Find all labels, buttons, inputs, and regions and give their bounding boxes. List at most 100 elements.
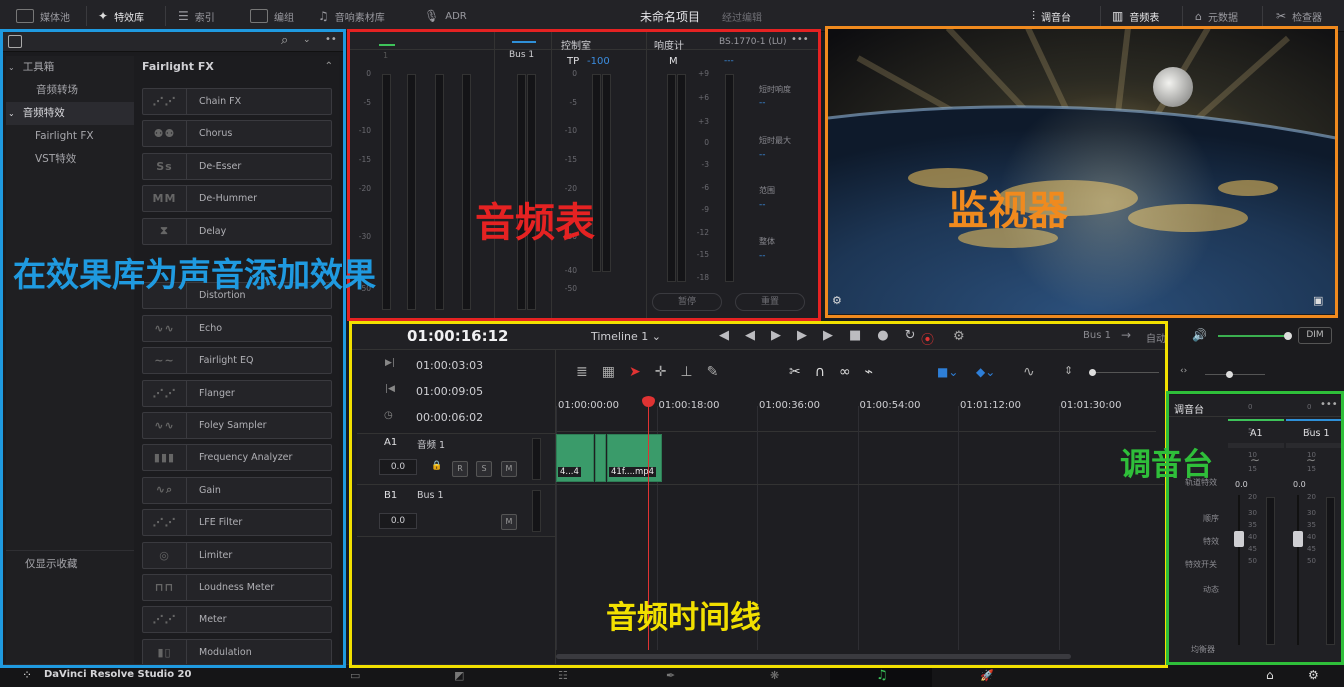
fx-item[interactable]: MM De-Hummer: [142, 185, 332, 213]
mixer-scale-tick: 0: [1248, 403, 1253, 411]
fx-item[interactable]: ◎ Limiter: [142, 541, 332, 569]
fx-item[interactable]: ∿⌕ Gain: [142, 476, 332, 504]
record-arm-button[interactable]: R: [452, 461, 468, 477]
more-options-icon[interactable]: •••: [791, 34, 809, 45]
main-volume-slider[interactable]: [1218, 335, 1288, 337]
a1-fader-track[interactable]: [1238, 495, 1240, 645]
updown-icon[interactable]: ⇕: [1064, 364, 1073, 377]
flag-icon[interactable]: ■⌄: [937, 365, 958, 379]
mixer-scale-tick: 30: [1248, 509, 1257, 517]
solo-button[interactable]: S: [476, 461, 492, 477]
viewer-layout-icon[interactable]: ▣: [1313, 294, 1323, 307]
tree-fairlight-fx[interactable]: Fairlight FX: [6, 125, 134, 148]
right-slider-handle[interactable]: [1226, 371, 1233, 378]
marker-icon[interactable]: ◆⌄: [976, 365, 995, 379]
fx-item[interactable]: ∼∼ Fairlight EQ: [142, 347, 332, 375]
automation-mode[interactable]: 自动: [1146, 330, 1166, 345]
a1-volume-value[interactable]: 0.0: [1235, 480, 1248, 489]
timeline-annotation: 音频时间线: [606, 600, 761, 636]
edit-tools[interactable]: ≣▦➤✛⊥✎: [576, 364, 732, 380]
track-a1-volume[interactable]: 0.0: [379, 459, 417, 475]
scale-tick: -3: [701, 160, 709, 169]
edit-index-button[interactable]: 编组: [250, 0, 294, 32]
home-icon[interactable]: ⌂: [1266, 668, 1274, 682]
fx-item[interactable]: ⧗ Delay: [142, 217, 332, 245]
timeline-selector[interactable]: Timeline 1 ⌄: [591, 330, 661, 343]
track-a1-name[interactable]: 音频 1: [417, 437, 445, 451]
pause-button[interactable]: 暂停: [652, 293, 722, 311]
mixer-row-label: 均衡器: [1191, 645, 1215, 654]
deliver-page-icon[interactable]: 🚀: [980, 669, 994, 682]
edit-page-icon[interactable]: ☷: [558, 669, 568, 682]
bus1-volume-value[interactable]: 0.0: [1293, 480, 1306, 489]
output-bus[interactable]: Bus 1: [1083, 330, 1111, 341]
bus1-fader-track[interactable]: [1297, 495, 1299, 645]
effects-annotation: 在效果库为声音添加效果: [13, 255, 376, 294]
mark-out-timecode[interactable]: 01:00:09:05: [416, 385, 483, 398]
bus1-fader-handle[interactable]: [1293, 531, 1303, 547]
fusion-page-icon[interactable]: ✒: [666, 669, 675, 682]
duration-timecode[interactable]: 00:00:06:02: [416, 411, 483, 424]
fx-item[interactable]: Ss De-Esser: [142, 152, 332, 180]
fx-item[interactable]: ⋰⋰ LFE Filter: [142, 509, 332, 537]
fx-item[interactable]: ⋰⋰ Chain FX: [142, 88, 332, 115]
viewer-settings-icon[interactable]: ⚙: [832, 294, 842, 307]
color-page-icon[interactable]: ❋: [770, 669, 779, 682]
tree-toolbox[interactable]: ⌄ 工具箱: [6, 56, 134, 79]
main-volume-handle[interactable]: [1284, 332, 1292, 340]
record-arm-icon[interactable]: ⦿: [921, 329, 934, 348]
fx-item[interactable]: ⊓⊓ Loudness Meter: [142, 574, 332, 601]
chevron-down-icon[interactable]: ⌄: [303, 35, 311, 45]
track-b1-volume[interactable]: 0.0: [379, 513, 417, 529]
horizontal-scrollbar[interactable]: [556, 654, 1071, 659]
gear-icon[interactable]: ⚙: [953, 329, 965, 344]
audio-clip[interactable]: [595, 434, 606, 482]
tree-audio-transitions[interactable]: 音频转场: [6, 79, 134, 102]
tree-audio-effects[interactable]: ⌄ 音频特效: [6, 102, 134, 125]
media-pool-button[interactable]: 媒体池: [16, 0, 70, 32]
track-b1-name[interactable]: Bus 1: [417, 490, 444, 501]
sound-library-button[interactable]: ♫ 音响素材库: [318, 0, 385, 32]
fx-item[interactable]: ⋰⋰ Meter: [142, 606, 332, 634]
a1-input[interactable]: [1228, 443, 1284, 448]
right-slider[interactable]: [1205, 374, 1265, 375]
divider: [551, 32, 552, 319]
fx-item[interactable]: ▮▮▮ Frequency Analyzer: [142, 444, 332, 472]
speaker-icon[interactable]: 🔊: [1192, 328, 1207, 342]
fx-item[interactable]: ⋰⋰ Flanger: [142, 379, 332, 407]
transport-controls[interactable]: ◀◀▶▶▶■●↻: [719, 328, 932, 343]
chevron-up-icon[interactable]: ⌃: [325, 56, 333, 78]
lock-icon[interactable]: 🔒: [431, 461, 442, 471]
fx-item[interactable]: ∿∿ Foley Sampler: [142, 412, 332, 439]
fx-item[interactable]: ⚉⚉ Chorus: [142, 120, 332, 148]
fairlight-page-icon[interactable]: ♫: [876, 668, 888, 683]
effects-library-button[interactable]: ✦ 特效库: [98, 0, 144, 32]
bus1-input[interactable]: [1286, 443, 1342, 448]
search-icon[interactable]: ⌕: [281, 33, 288, 48]
a1-fader-handle[interactable]: [1234, 531, 1244, 547]
index-button[interactable]: ☰ 索引: [178, 0, 215, 32]
cut-page-icon[interactable]: ◩: [454, 669, 464, 682]
mark-in-timecode[interactable]: 01:00:03:03: [416, 359, 483, 372]
fx-item-label: Flanger: [199, 387, 235, 399]
dim-button[interactable]: DIM: [1298, 327, 1332, 344]
panel-toggle-icon[interactable]: [8, 35, 22, 48]
loudness-standard[interactable]: BS.1770-1 (LU): [719, 37, 787, 47]
zoom-slider[interactable]: [1089, 372, 1159, 373]
more-options-icon[interactable]: •••: [1320, 399, 1338, 410]
favorites-toggle[interactable]: 仅显示收藏: [25, 553, 78, 576]
zoom-slider-handle[interactable]: [1089, 369, 1096, 376]
snap-tools[interactable]: ✂∩∞⌁: [789, 364, 887, 380]
fx-item[interactable]: ∿∿ Echo: [142, 314, 332, 342]
waveform-zoom-icon[interactable]: ∿: [1023, 364, 1035, 380]
divider: [1100, 6, 1101, 26]
media-page-icon[interactable]: ▭: [350, 669, 360, 682]
mute-button[interactable]: M: [501, 514, 517, 530]
reset-button[interactable]: 重置: [735, 293, 805, 311]
settings-icon[interactable]: ⚙: [1308, 668, 1319, 682]
mute-button[interactable]: M: [501, 461, 517, 477]
tree-vst[interactable]: VST特效: [6, 148, 134, 171]
fx-item[interactable]: ▮▯ Modulation: [142, 638, 332, 666]
more-options-icon[interactable]: ••: [325, 34, 337, 45]
adr-button[interactable]: 🎙 ADR: [424, 0, 467, 32]
